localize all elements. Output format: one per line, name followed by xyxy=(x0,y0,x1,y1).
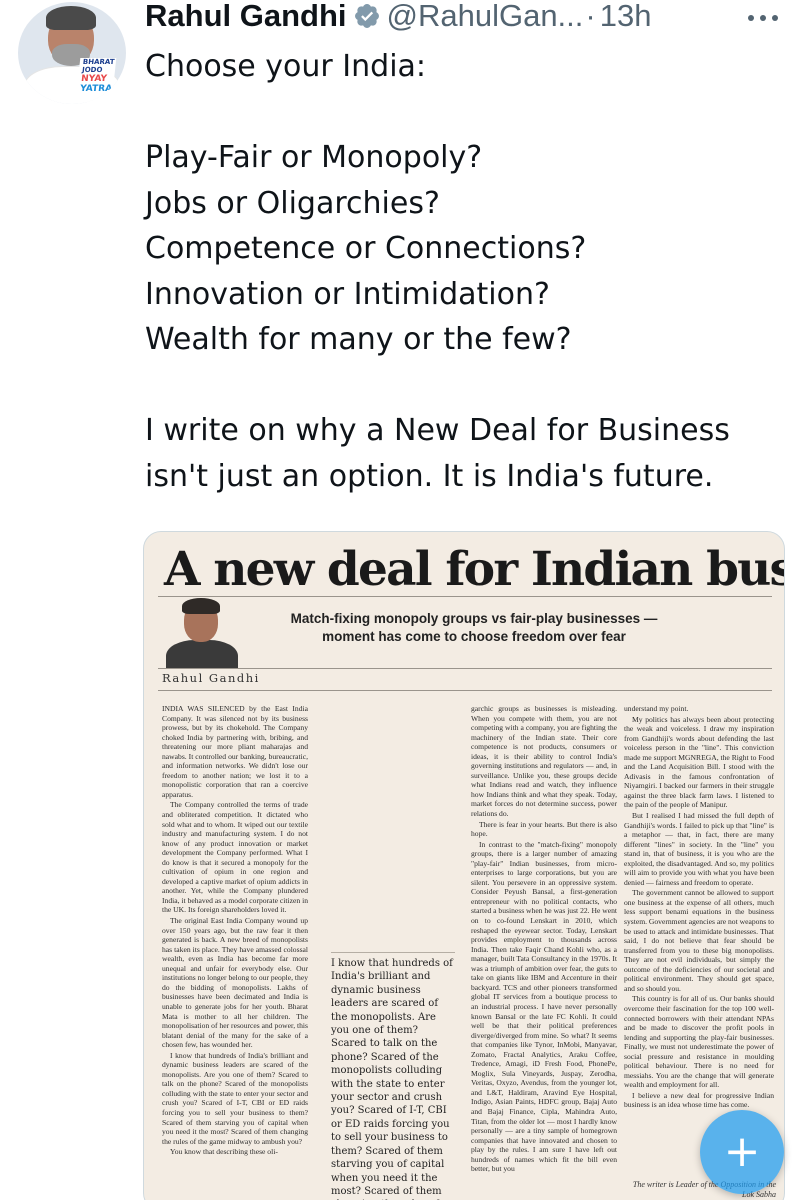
more-dot xyxy=(760,15,766,21)
article-paragraph: garchic groups as businesses is misleadi… xyxy=(471,704,617,819)
article-column-1: INDIA WAS SILENCED by the East India Com… xyxy=(162,704,308,1200)
tweet-line: isn't just an option. It is India's futu… xyxy=(145,458,714,494)
article-paragraph: I believe a new deal for progressive Ind… xyxy=(624,1090,774,1110)
byline-bottom-rule xyxy=(158,690,772,691)
avatar-yatra-badge: BHARAT JODO NYAY YATRA xyxy=(75,58,117,102)
tweet-line: Play-Fair or Monopoly? xyxy=(145,140,483,175)
article-column-3: garchic groups as businesses is misleadi… xyxy=(471,704,617,1200)
more-dot xyxy=(772,15,778,21)
avatar-hair xyxy=(46,6,96,30)
article-pull-quote: I know that hundreds of India's brillian… xyxy=(331,952,455,1200)
more-dot xyxy=(748,15,754,21)
photo-hair xyxy=(182,598,220,614)
tweet-line: Competence or Connections? xyxy=(145,231,587,266)
article-paragraph: You know that describing these oli- xyxy=(170,1147,278,1157)
more-options-icon[interactable] xyxy=(738,8,788,28)
tweet-line: Jobs or Oligarchies? xyxy=(145,185,440,221)
article-paragraph: The original East India Company wound up… xyxy=(162,916,308,1050)
article-paragraph: There is fear in your hearts. But there … xyxy=(471,819,617,839)
article-headline: A new deal for Indian business xyxy=(164,542,784,597)
badge-line-1: BHARAT xyxy=(82,58,115,66)
article-subhead: Match-fixing monopoly groups vs fair-pla… xyxy=(290,611,658,644)
tweet-timestamp[interactable]: 13h xyxy=(600,0,652,34)
badge-line-3: NYAY xyxy=(80,74,108,84)
author-display-name[interactable]: Rahul Gandhi xyxy=(145,0,347,34)
byline-top-rule xyxy=(158,668,772,669)
tweet-line xyxy=(145,90,795,136)
badge-line-2: JODO xyxy=(81,66,103,74)
author-avatar[interactable]: BHARAT JODO NYAY YATRA xyxy=(18,2,126,104)
tweet-line: Wealth for many or the few? xyxy=(145,322,572,357)
tweet-media-image[interactable]: A new deal for Indian business Match-fix… xyxy=(143,531,785,1200)
article-paragraph: understand my point. xyxy=(624,704,689,713)
tweet-line xyxy=(145,363,795,409)
photo-body xyxy=(166,640,238,668)
article-paragraph: The Company controlled the terms of trad… xyxy=(162,800,308,915)
tweet-text: Choose your India: Play-Fair or Monopoly… xyxy=(145,44,795,499)
author-handle[interactable]: @RahulGan... xyxy=(387,0,584,34)
article-paragraph: I know that hundreds of India's brillian… xyxy=(162,1050,308,1146)
separator-dot: · xyxy=(585,0,596,33)
article-paragraph: In contrast to the "match-fixing" monopo… xyxy=(471,839,617,1174)
compose-plus-icon: + xyxy=(723,1126,761,1177)
article-paragraph: The government cannot be allowed to supp… xyxy=(624,888,774,993)
article-paragraph: My politics has always been about protec… xyxy=(624,714,774,810)
article-paragraph: This country is for all of us. Our banks… xyxy=(624,994,774,1090)
verified-badge-icon xyxy=(354,4,379,28)
tweet-line: Innovation or Intimidation? xyxy=(145,276,550,312)
author-photo xyxy=(162,598,242,668)
compose-button[interactable]: + xyxy=(700,1110,784,1194)
article-paragraph: INDIA WAS SILENCED by the East India Com… xyxy=(162,704,308,799)
article-paragraph: But I realised I had missed the full dep… xyxy=(624,811,774,887)
tweet-line: I write on why a New Deal for Business xyxy=(145,413,730,448)
badge-line-4: YATRA xyxy=(79,84,113,94)
article-byline: Rahul Gandhi xyxy=(162,671,260,685)
tweet-header: Rahul Gandhi @RahulGan... · 13h xyxy=(145,0,651,36)
headline-rule xyxy=(158,596,772,597)
tweet-line: Choose your India: xyxy=(145,49,427,84)
